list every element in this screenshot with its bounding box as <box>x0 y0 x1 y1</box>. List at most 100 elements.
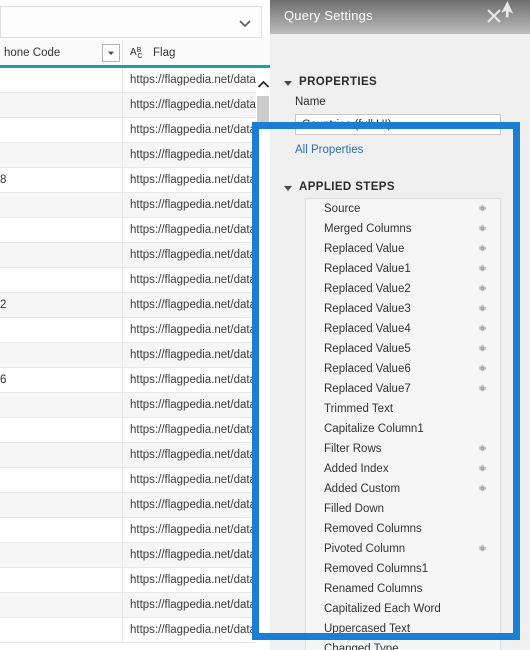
properties-section-header[interactable]: PROPERTIES <box>284 76 377 88</box>
cell-flag-url[interactable]: https://flagpedia.net/data <box>122 393 270 417</box>
applied-step-item[interactable]: Replaced Value3 <box>306 299 500 319</box>
cell-phone-code[interactable] <box>0 443 122 467</box>
cell-flag-url[interactable]: https://flagpedia.net/data <box>122 618 270 642</box>
cell-flag-url[interactable]: https://flagpedia.net/data <box>122 518 270 542</box>
table-row[interactable]: 8 https://flagpedia.net/data <box>0 168 270 193</box>
gear-icon[interactable] <box>477 263 488 274</box>
column-header-phone-code[interactable]: hone Code <box>0 40 122 66</box>
applied-step-item[interactable]: Replaced Value2 <box>306 279 500 299</box>
cell-phone-code[interactable] <box>0 568 122 592</box>
applied-step-item[interactable]: Capitalized Each Word <box>306 599 500 619</box>
applied-step-item[interactable]: Pivoted Column <box>306 539 500 559</box>
applied-step-item[interactable]: Replaced Value4 <box>306 319 500 339</box>
gear-icon[interactable] <box>477 243 488 254</box>
cell-flag-url[interactable]: https://flagpedia.net/data <box>122 543 270 567</box>
cell-flag-url[interactable]: https://flagpedia.net/data <box>122 293 270 317</box>
applied-step-item[interactable]: Filter Rows <box>306 439 500 459</box>
cell-flag-url[interactable]: https://flagpedia.net/data <box>122 243 270 267</box>
collapse-triangle-icon[interactable] <box>284 80 292 86</box>
table-row[interactable]: https://flagpedia.net/data <box>0 443 270 468</box>
cell-flag-url[interactable]: https://flagpedia.net/data <box>122 568 270 592</box>
cell-phone-code[interactable]: 8 <box>0 168 122 192</box>
table-row[interactable]: https://flagpedia.net/data <box>0 493 270 518</box>
cell-flag-url[interactable]: https://flagpedia.net/data <box>122 193 270 217</box>
table-row[interactable]: https://flagpedia.net/data <box>0 393 270 418</box>
grid-vertical-scrollbar[interactable] <box>256 68 270 650</box>
filter-dropdown-icon[interactable] <box>102 44 120 62</box>
cell-flag-url[interactable]: https://flagpedia.net/data <box>122 443 270 467</box>
gear-icon[interactable] <box>477 203 488 214</box>
cell-flag-url[interactable]: https://flagpedia.net/data <box>122 593 270 617</box>
table-row[interactable]: https://flagpedia.net/data <box>0 518 270 543</box>
gear-icon[interactable] <box>477 343 488 354</box>
cell-flag-url[interactable]: https://flagpedia.net/data <box>122 93 270 117</box>
applied-step-item[interactable]: Filled Down <box>306 499 500 519</box>
cell-flag-url[interactable]: https://flagpedia.net/data <box>122 143 270 167</box>
cell-phone-code[interactable] <box>0 268 122 292</box>
table-row[interactable]: https://flagpedia.net/data <box>0 593 270 618</box>
gear-icon[interactable] <box>477 463 488 474</box>
applied-step-item[interactable]: Removed Columns1 <box>306 559 500 579</box>
cell-flag-url[interactable]: https://flagpedia.net/data <box>122 468 270 492</box>
table-row[interactable]: https://flagpedia.net/data <box>0 468 270 493</box>
applied-step-item[interactable]: Replaced Value1 <box>306 259 500 279</box>
cell-phone-code[interactable] <box>0 618 122 642</box>
cell-flag-url[interactable]: https://flagpedia.net/data <box>122 68 270 92</box>
table-row[interactable]: https://flagpedia.net/data <box>0 218 270 243</box>
applied-step-item[interactable]: Uppercased Text <box>306 619 500 639</box>
applied-step-item[interactable]: Replaced Value5 <box>306 339 500 359</box>
table-row[interactable]: https://flagpedia.net/data <box>0 118 270 143</box>
cell-phone-code[interactable]: 2 <box>0 293 122 317</box>
applied-steps-section-header[interactable]: APPLIED STEPS <box>284 181 395 193</box>
scrollbar-thumb[interactable] <box>257 96 269 126</box>
applied-step-item[interactable]: Capitalize Column1 <box>306 419 500 439</box>
table-row[interactable]: https://flagpedia.net/data <box>0 243 270 268</box>
cell-phone-code[interactable] <box>0 218 122 242</box>
cell-phone-code[interactable] <box>0 593 122 617</box>
table-row[interactable]: https://flagpedia.net/data <box>0 318 270 343</box>
cell-flag-url[interactable]: https://flagpedia.net/data <box>122 368 270 392</box>
table-row[interactable]: https://flagpedia.net/data <box>0 543 270 568</box>
cell-phone-code[interactable] <box>0 318 122 342</box>
cell-phone-code[interactable] <box>0 193 122 217</box>
table-row[interactable]: 2 https://flagpedia.net/data <box>0 293 270 318</box>
applied-step-item[interactable]: Added Custom <box>306 479 500 499</box>
collapse-triangle-icon[interactable] <box>284 185 292 191</box>
cell-phone-code[interactable] <box>0 143 122 167</box>
gear-icon[interactable] <box>477 283 488 294</box>
gear-icon[interactable] <box>477 323 488 334</box>
formula-bar[interactable] <box>0 6 262 38</box>
table-row[interactable]: https://flagpedia.net/data <box>0 568 270 593</box>
table-row[interactable]: https://flagpedia.net/data <box>0 143 270 168</box>
cell-flag-url[interactable]: https://flagpedia.net/data <box>122 493 270 517</box>
cell-phone-code[interactable] <box>0 518 122 542</box>
cell-flag-url[interactable]: https://flagpedia.net/data <box>122 418 270 442</box>
applied-step-item[interactable]: Trimmed Text <box>306 399 500 419</box>
applied-step-item[interactable]: Replaced Value6 <box>306 359 500 379</box>
applied-step-item[interactable]: Replaced Value7 <box>306 379 500 399</box>
applied-step-item[interactable]: Removed Columns <box>306 519 500 539</box>
cell-phone-code[interactable] <box>0 343 122 367</box>
chevron-down-icon[interactable] <box>237 15 253 31</box>
gear-icon[interactable] <box>477 303 488 314</box>
applied-steps-list[interactable]: Source Merged Columns Replaced Value Replac… <box>305 198 501 650</box>
table-row[interactable]: https://flagpedia.net/data <box>0 418 270 443</box>
cell-phone-code[interactable] <box>0 418 122 442</box>
query-name-input[interactable]: Countries (full UI) <box>295 114 501 135</box>
cell-phone-code[interactable] <box>0 393 122 417</box>
table-row[interactable]: https://flagpedia.net/data <box>0 193 270 218</box>
cell-flag-url[interactable]: https://flagpedia.net/data <box>122 218 270 242</box>
applied-step-item[interactable]: Changed Type <box>306 639 500 650</box>
cell-phone-code[interactable] <box>0 93 122 117</box>
applied-step-item[interactable]: Replaced Value <box>306 239 500 259</box>
cell-phone-code[interactable]: 6 <box>0 368 122 392</box>
applied-step-item[interactable]: Source <box>306 199 500 219</box>
applied-step-item[interactable]: Renamed Columns <box>306 579 500 599</box>
column-header-flag[interactable]: ABC Flag <box>122 40 270 66</box>
cell-phone-code[interactable] <box>0 543 122 567</box>
table-row[interactable]: https://flagpedia.net/data <box>0 93 270 118</box>
gear-icon[interactable] <box>477 443 488 454</box>
cell-flag-url[interactable]: https://flagpedia.net/data <box>122 343 270 367</box>
table-row[interactable]: https://flagpedia.net/data <box>0 68 270 93</box>
cell-phone-code[interactable] <box>0 68 122 92</box>
